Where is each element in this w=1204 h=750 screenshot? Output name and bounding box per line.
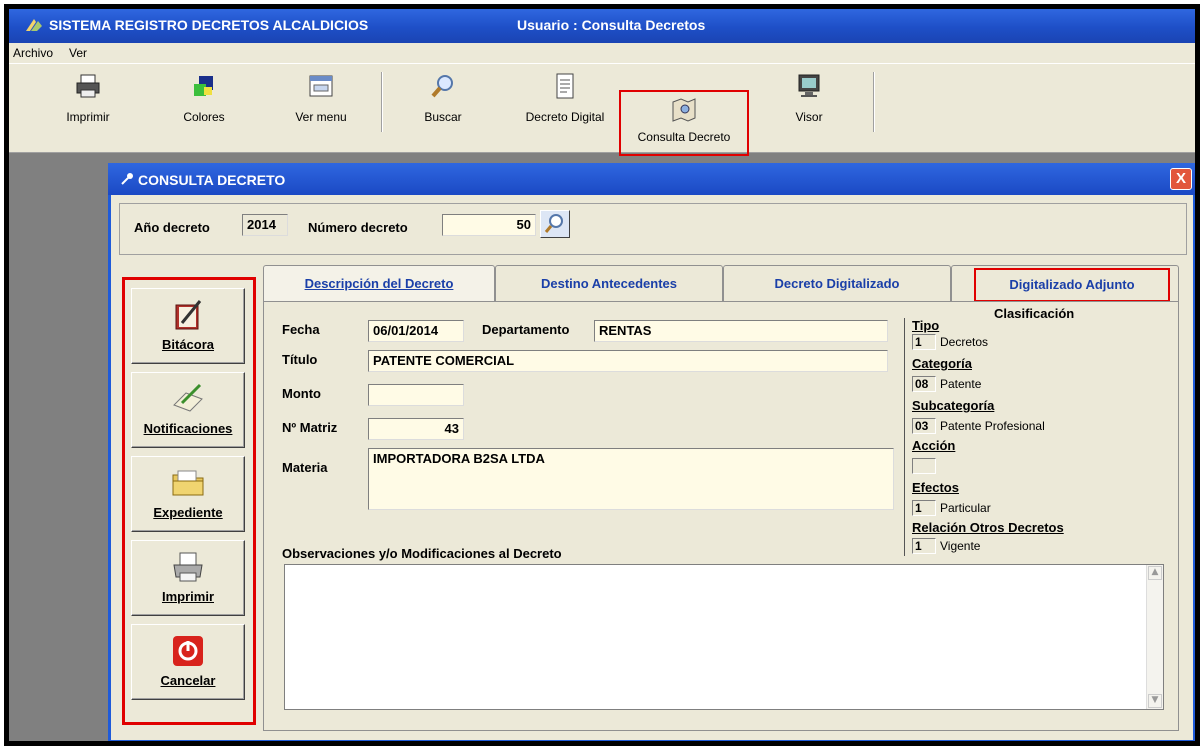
- efectos-value: 1 Particular: [912, 500, 991, 516]
- tipo-label: Tipo: [912, 318, 940, 333]
- tab-container: Descripción del Decreto Destino Antecede…: [263, 265, 1183, 733]
- bitacora-button[interactable]: Bitácora: [131, 288, 245, 364]
- departamento-field[interactable]: RENTAS: [594, 320, 888, 342]
- relacion-label: Relación Otros Decretos: [912, 520, 1064, 535]
- categoria-value: 08 Patente: [912, 376, 981, 392]
- notificaciones-button[interactable]: Notificaciones: [131, 372, 245, 448]
- numero-field[interactable]: 50: [442, 214, 536, 236]
- categoria-label: Categoría: [912, 356, 972, 371]
- observaciones-scrollbar[interactable]: ▲ ▼: [1146, 565, 1163, 709]
- monto-label: Monto: [282, 386, 321, 401]
- relacion-value: 1 Vigente: [912, 538, 980, 554]
- printer-icon: [173, 552, 203, 582]
- digitalizado-adjunto-highlight: Digitalizado Adjunto: [974, 268, 1170, 302]
- scroll-up-icon[interactable]: ▲: [1148, 566, 1162, 580]
- toolbar-separator: [381, 72, 383, 132]
- app-icon: [26, 19, 42, 31]
- toolbar-visor-button[interactable]: Visor: [779, 72, 839, 150]
- toolbar-colores-button[interactable]: Colores: [169, 72, 239, 150]
- anio-label: Año decreto: [134, 220, 210, 235]
- subcategoria-label: Subcategoría: [912, 398, 995, 413]
- tab-page-descripcion: Fecha 06/01/2014 Departamento RENTAS Tít…: [263, 301, 1179, 731]
- toolbar-separator: [873, 72, 875, 132]
- toolbar-decreto-digital-button[interactable]: Decreto Digital: [515, 72, 615, 150]
- consulta-decreto-dialog: CONSULTA DECRETO X Año decreto 2014 Núme…: [108, 163, 1195, 741]
- menu-ver[interactable]: Ver: [69, 46, 87, 60]
- folder-icon: [172, 470, 204, 496]
- power-icon: [173, 636, 203, 666]
- toolbar-consulta-decreto-button[interactable]: Consulta Decreto: [619, 90, 749, 156]
- window-icon: [309, 75, 333, 97]
- palette-icon: [194, 76, 213, 96]
- clasificacion-panel: Clasificación Tipo 1 Decretos Categoría 0…: [904, 306, 1176, 556]
- departamento-label: Departamento: [482, 322, 570, 337]
- observaciones-label: Observaciones y/o Modificaciones al Decr…: [282, 546, 562, 561]
- menu-bar: Archivo Ver: [9, 43, 1195, 63]
- titulo-field[interactable]: PATENTE COMERCIAL: [368, 350, 888, 372]
- actions-panel: Bitácora Notificaciones Expediente Impri…: [122, 277, 256, 725]
- tipo-value: 1 Decretos: [912, 334, 988, 350]
- dialog-title-bar: CONSULTA DECRETO X: [108, 163, 1195, 195]
- fecha-label: Fecha: [282, 322, 320, 337]
- monto-field[interactable]: [368, 384, 464, 406]
- toolbar-imprimir-button[interactable]: Imprimir: [53, 72, 123, 150]
- close-button[interactable]: X: [1170, 168, 1192, 190]
- map-icon: [672, 98, 696, 122]
- toolbar-buscar-button[interactable]: Buscar: [413, 72, 473, 150]
- app-window: SISTEMA REGISTRO DECRETOS ALCALDICIOS Us…: [4, 4, 1200, 746]
- fecha-field[interactable]: 06/01/2014: [368, 320, 464, 342]
- tab-descripcion[interactable]: Descripción del Decreto: [263, 265, 495, 303]
- app-title: SISTEMA REGISTRO DECRETOS ALCALDICIOS: [49, 17, 369, 33]
- expediente-button[interactable]: Expediente: [131, 456, 245, 532]
- magnifier-icon: [544, 214, 563, 233]
- clasificacion-divider: [904, 318, 905, 556]
- cancelar-button[interactable]: Cancelar: [131, 624, 245, 700]
- matriz-label: Nº Matriz: [282, 420, 338, 435]
- dialog-title: CONSULTA DECRETO: [138, 172, 286, 188]
- materia-field[interactable]: IMPORTADORA B2SA LTDA: [368, 448, 894, 510]
- tab-destino-antecedentes[interactable]: Destino Antecedentes: [495, 265, 723, 301]
- materia-label: Materia: [282, 460, 328, 475]
- search-button[interactable]: [540, 210, 570, 238]
- efectos-label: Efectos: [912, 480, 959, 495]
- book-pen-icon: [175, 300, 202, 330]
- monitor-icon: [798, 74, 820, 97]
- printer-icon: [76, 74, 100, 98]
- pin-icon: [121, 173, 133, 185]
- toolbar: Imprimir Colores Ver menu Buscar Decreto: [9, 63, 1195, 156]
- document-icon: [556, 73, 574, 99]
- observaciones-field[interactable]: ▲ ▼: [284, 564, 1164, 710]
- tab-decreto-digitalizado[interactable]: Decreto Digitalizado: [723, 265, 951, 301]
- accion-value: [912, 458, 940, 477]
- search-bar: Año decreto 2014 Número decreto 50: [119, 203, 1187, 255]
- magnifier-icon: [431, 75, 453, 98]
- scroll-down-icon[interactable]: ▼: [1148, 694, 1162, 708]
- toolbar-ver-menu-button[interactable]: Ver menu: [281, 72, 361, 150]
- anio-field[interactable]: 2014: [242, 214, 288, 236]
- subcategoria-value: 03 Patente Profesional: [912, 418, 1045, 434]
- title-bar: SISTEMA REGISTRO DECRETOS ALCALDICIOS Us…: [9, 9, 1195, 43]
- pen-paper-icon: [173, 383, 203, 412]
- numero-label: Número decreto: [308, 220, 408, 235]
- menu-archivo[interactable]: Archivo: [13, 46, 53, 60]
- clasificacion-title: Clasificación: [994, 306, 1075, 321]
- matriz-field[interactable]: 43: [368, 418, 464, 440]
- tab-digitalizado-adjunto[interactable]: Digitalizado Adjunto: [951, 265, 1179, 302]
- titulo-label: Título: [282, 352, 318, 367]
- accion-label: Acción: [912, 438, 956, 453]
- imprimir-button[interactable]: Imprimir: [131, 540, 245, 616]
- user-title: Usuario : Consulta Decretos: [517, 17, 706, 33]
